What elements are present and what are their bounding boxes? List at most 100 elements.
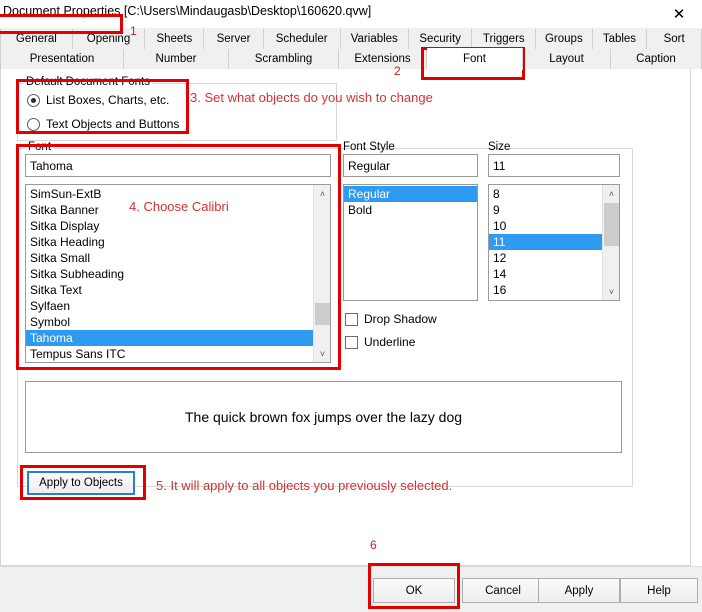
default-document-fonts-legend: Default Document Fonts [23, 76, 154, 88]
tab-label: Scrambling [254, 53, 313, 65]
size-list-item[interactable]: 8 [489, 186, 602, 202]
tab-label: Number [155, 53, 197, 65]
annotation-step-5: 5. It will apply to all objects you prev… [156, 478, 453, 493]
scroll-up-icon[interactable]: ˄ [603, 185, 619, 202]
checkbox-label: Underline [364, 335, 416, 349]
tab-label: Presentation [29, 53, 95, 65]
scroll-thumb[interactable] [604, 203, 619, 246]
tab-label: Sheets [156, 33, 193, 45]
font-style-label: Font Style [343, 141, 395, 153]
tab-extensions[interactable]: Extensions [339, 49, 427, 69]
checkbox-label: Drop Shadow [364, 312, 437, 326]
font-list-item[interactable]: Tahoma [26, 330, 313, 346]
font-list-item[interactable]: Sitka Display [26, 218, 313, 234]
tab-sort[interactable]: Sort [647, 29, 702, 49]
tab-label: Tables [602, 33, 637, 45]
title-bar: Document Properties [C:\Users\Mindaugasb… [0, 0, 702, 28]
tab-triggers[interactable]: Triggers [472, 29, 537, 49]
tab-label: Triggers [482, 33, 525, 45]
annotation-number-1: 1 [130, 24, 137, 38]
tab-tables[interactable]: Tables [592, 29, 648, 49]
font-style-list-items: Regular Bold [344, 185, 477, 300]
annotation-number-2: 2 [394, 64, 401, 78]
font-list-item[interactable]: Sitka Heading [26, 234, 313, 250]
size-list[interactable]: 8 9 10 11 12 14 16 ˄ ˅ [488, 184, 620, 301]
tab-variables[interactable]: Variables [340, 29, 409, 49]
annotation-number-6: 6 [370, 538, 377, 552]
tab-label: Groups [544, 33, 583, 45]
tab-label: Sort [663, 33, 685, 45]
tab-label: Opening [86, 33, 131, 45]
tab-label: Scheduler [275, 33, 328, 45]
scroll-thumb[interactable] [315, 303, 330, 325]
tab-presentation[interactable]: Presentation [0, 49, 124, 69]
checkbox-drop-shadow[interactable]: Drop Shadow [345, 312, 437, 326]
checkbox-indicator [345, 335, 358, 349]
checkbox-indicator [345, 312, 358, 326]
size-list-item[interactable]: 10 [489, 218, 602, 234]
tab-row-primary: General Opening Sheets Server Scheduler Varia… [0, 29, 702, 49]
close-icon[interactable]: ✕ [656, 0, 702, 28]
tab-groups[interactable]: Groups [536, 29, 593, 49]
tab-label: Layout [549, 53, 584, 65]
help-button[interactable]: Help [620, 578, 698, 603]
scroll-up-icon[interactable]: ˄ [314, 185, 330, 202]
font-list-item[interactable]: Sitka Text [26, 282, 313, 298]
radio-text-objects-buttons[interactable]: Text Objects and Buttons [27, 117, 179, 131]
font-list-item[interactable]: Sitka Small [26, 250, 313, 266]
radio-indicator [27, 93, 40, 107]
tab-server[interactable]: Server [204, 29, 264, 49]
ok-button[interactable]: OK [373, 578, 455, 603]
tab-font[interactable]: Font [427, 48, 523, 70]
size-list-item[interactable]: 16 [489, 282, 602, 298]
apply-to-objects-button[interactable]: Apply to Objects [27, 471, 135, 495]
radio-indicator [27, 117, 40, 131]
font-list-item[interactable]: Sylfaen [26, 298, 313, 314]
annotation-step-4: 4. Choose Calibri [129, 199, 229, 214]
scroll-down-icon[interactable]: ˅ [314, 345, 330, 362]
font-list-item[interactable]: Sitka Subheading [26, 266, 313, 282]
cancel-button[interactable]: Cancel [462, 578, 544, 603]
tab-scrambling[interactable]: Scrambling [229, 49, 339, 69]
apply-button[interactable]: Apply [538, 578, 620, 603]
tab-label: Extensions [354, 53, 411, 65]
radio-label: List Boxes, Charts, etc. [46, 93, 170, 107]
scroll-down-icon[interactable]: ˅ [603, 283, 619, 300]
tab-sheets[interactable]: Sheets [145, 29, 205, 49]
font-name-input[interactable]: Tahoma [25, 154, 331, 177]
font-style-list-item[interactable]: Bold [344, 202, 477, 218]
tab-row-secondary: Presentation Number Scrambling Extensions Fo… [0, 48, 702, 70]
radio-label: Text Objects and Buttons [46, 117, 180, 131]
font-list-item[interactable]: Symbol [26, 314, 313, 330]
tab-label: Font [462, 53, 486, 65]
tab-label: General [15, 33, 57, 45]
tab-layout[interactable]: Layout [523, 49, 611, 69]
font-list-item[interactable]: Tempus Sans ITC [26, 346, 313, 362]
font-style-list-item[interactable]: Regular [344, 186, 477, 202]
document-properties-dialog: Document Properties [C:\Users\Mindaugasb… [0, 0, 702, 612]
tab-security[interactable]: Security [408, 29, 473, 49]
tab-general[interactable]: General [0, 29, 73, 49]
checkbox-underline[interactable]: Underline [345, 335, 415, 349]
size-list-item[interactable]: 11 [489, 234, 602, 250]
tab-scheduler[interactable]: Scheduler [263, 29, 341, 49]
tab-label: Caption [636, 53, 676, 65]
annotation-step-3: 3. Set what objects do you wish to chang… [190, 90, 433, 105]
tab-caption[interactable]: Caption [611, 49, 702, 69]
window-title: Document Properties [C:\Users\Mindaugasb… [3, 4, 372, 18]
tab-label: Variables [350, 33, 398, 45]
tab-label: Security [419, 33, 461, 45]
size-input[interactable]: 11 [488, 154, 620, 177]
font-preview: The quick brown fox jumps over the lazy … [25, 381, 622, 453]
font-list-scrollbar[interactable]: ˄ ˅ [313, 185, 330, 362]
tab-number[interactable]: Number [124, 49, 229, 69]
dialog-button-bar: OK Cancel Apply Help [0, 566, 702, 612]
size-list-item[interactable]: 12 [489, 250, 602, 266]
font-style-list[interactable]: Regular Bold [343, 184, 478, 301]
size-label: Size [488, 141, 511, 153]
size-list-scrollbar[interactable]: ˄ ˅ [602, 185, 619, 300]
size-list-item[interactable]: 9 [489, 202, 602, 218]
radio-list-boxes-charts[interactable]: List Boxes, Charts, etc. [27, 93, 169, 107]
size-list-item[interactable]: 14 [489, 266, 602, 282]
font-style-input[interactable]: Regular [343, 154, 478, 177]
